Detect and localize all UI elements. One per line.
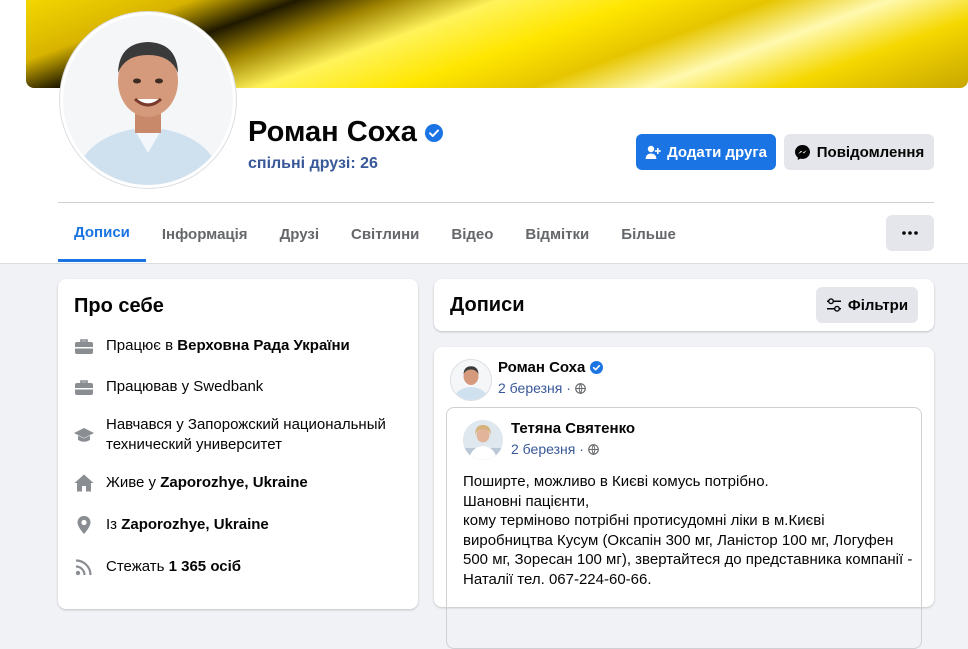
globe-icon	[574, 383, 586, 394]
posts-header-card: Дописи Фільтри	[434, 279, 934, 331]
messenger-icon	[794, 144, 810, 160]
more-options-button[interactable]	[886, 215, 934, 251]
shared-author-name[interactable]: Тетяна Святенко	[511, 420, 635, 437]
post-date-text: 2 березня ·	[498, 380, 575, 396]
about-education-text: Навчався у Запорожский национальный техн…	[106, 416, 386, 453]
tab-videos[interactable]: Відео	[435, 206, 509, 262]
briefcase-icon	[75, 380, 93, 395]
profile-avatar[interactable]	[60, 12, 236, 188]
about-item-from: Із Zaporozhye, Ukraine	[74, 515, 404, 535]
post-author-name[interactable]: Роман Соха	[498, 359, 585, 376]
tab-posts[interactable]: Дописи	[58, 206, 146, 262]
post-author-avatar[interactable]	[450, 359, 492, 401]
verified-badge-icon	[424, 123, 443, 142]
message-button[interactable]: Повідомлення	[784, 134, 934, 170]
shared-text-line: кому терміново потрібні протисудомні лік…	[463, 512, 825, 529]
tab-friends[interactable]: Друзі	[264, 206, 335, 262]
tab-photos[interactable]: Світлини	[335, 206, 435, 262]
shared-date[interactable]: 2 березня ·	[511, 441, 599, 457]
about-lives-link[interactable]: Zaporozhye, Ukraine	[160, 474, 308, 491]
add-friend-button[interactable]: Додати друга	[636, 134, 776, 170]
about-past-work-text: Працював у Swedbank	[106, 378, 264, 395]
about-work-link[interactable]: Верховна Рада України	[177, 337, 350, 354]
post-author: Роман Соха	[498, 359, 604, 376]
filters-icon	[826, 298, 841, 312]
about-item-education: Навчався у Запорожский национальный техн…	[74, 415, 404, 455]
post-date[interactable]: 2 березня ·	[498, 380, 586, 396]
graduation-cap-icon	[74, 428, 94, 442]
about-work-prefix: Працює в	[106, 337, 178, 354]
shared-post-text: Поширте, можливо в Києві комусь потрібно…	[463, 472, 913, 589]
message-label: Повідомлення	[816, 143, 925, 161]
shared-text-line: Наталії тел. 067-224-60-66.	[463, 570, 652, 588]
about-followers-link[interactable]: 1 365 осіб	[169, 558, 241, 575]
mutual-friends-link[interactable]: спільні друзі: 26	[248, 155, 378, 173]
shared-text-line: виробництва Кусум (Оксапін 300 мг, Ланіс…	[463, 531, 894, 549]
shared-text-line: Шановні пацієнти,	[463, 492, 590, 510]
shared-author-avatar[interactable]	[463, 420, 503, 460]
filters-label: Фільтри	[847, 296, 909, 314]
tab-check-ins[interactable]: Відмітки	[509, 206, 605, 262]
filters-button[interactable]: Фільтри	[816, 287, 918, 323]
tab-about[interactable]: Інформація	[146, 206, 264, 262]
about-from-prefix: Із	[106, 516, 122, 533]
profile-tabs: Дописи Інформація Друзі Світлини Відео В…	[58, 206, 692, 262]
home-icon	[74, 474, 94, 492]
shared-text-line: Поширте, можливо в Києві комусь потрібно…	[463, 473, 769, 490]
rss-icon	[75, 559, 92, 576]
about-title: Про себе	[74, 295, 164, 317]
profile-name-text: Роман Соха	[248, 116, 417, 148]
about-from-link[interactable]: Zaporozhye, Ukraine	[121, 516, 269, 533]
verified-badge-icon	[590, 361, 604, 374]
location-pin-icon	[77, 516, 91, 534]
add-friend-label: Додати друга	[667, 143, 767, 161]
shared-text-line: 500 мг, Зоресан 100 мг), звертайтеся до …	[463, 551, 913, 568]
ellipsis-icon	[902, 231, 918, 235]
about-item-work: Працює в Верховна Рада України	[74, 336, 404, 356]
about-item-followers: Стежать 1 365 осіб	[74, 557, 404, 577]
post-card: Роман Соха 2 березня · Тетяна Святенко 2…	[434, 347, 934, 649]
globe-icon	[587, 444, 599, 455]
briefcase-icon	[75, 339, 93, 354]
about-followers-prefix: Стежать	[106, 558, 169, 575]
posts-title: Дописи	[450, 294, 525, 316]
about-item-past-work: Працював у Swedbank	[74, 377, 404, 397]
add-friend-icon	[645, 145, 661, 159]
profile-name: Роман Соха	[248, 116, 443, 149]
about-lives-prefix: Живе у	[106, 474, 161, 491]
shared-date-text: 2 березня ·	[511, 441, 588, 457]
about-item-lives-in: Живе у Zaporozhye, Ukraine	[74, 473, 404, 493]
header-divider	[58, 202, 934, 203]
about-card: Про себе Працює в Верховна Рада України …	[58, 279, 418, 609]
shared-post[interactable]: Тетяна Святенко 2 березня · Поширте, мож…	[446, 407, 922, 649]
tab-more[interactable]: Більше	[605, 206, 692, 262]
